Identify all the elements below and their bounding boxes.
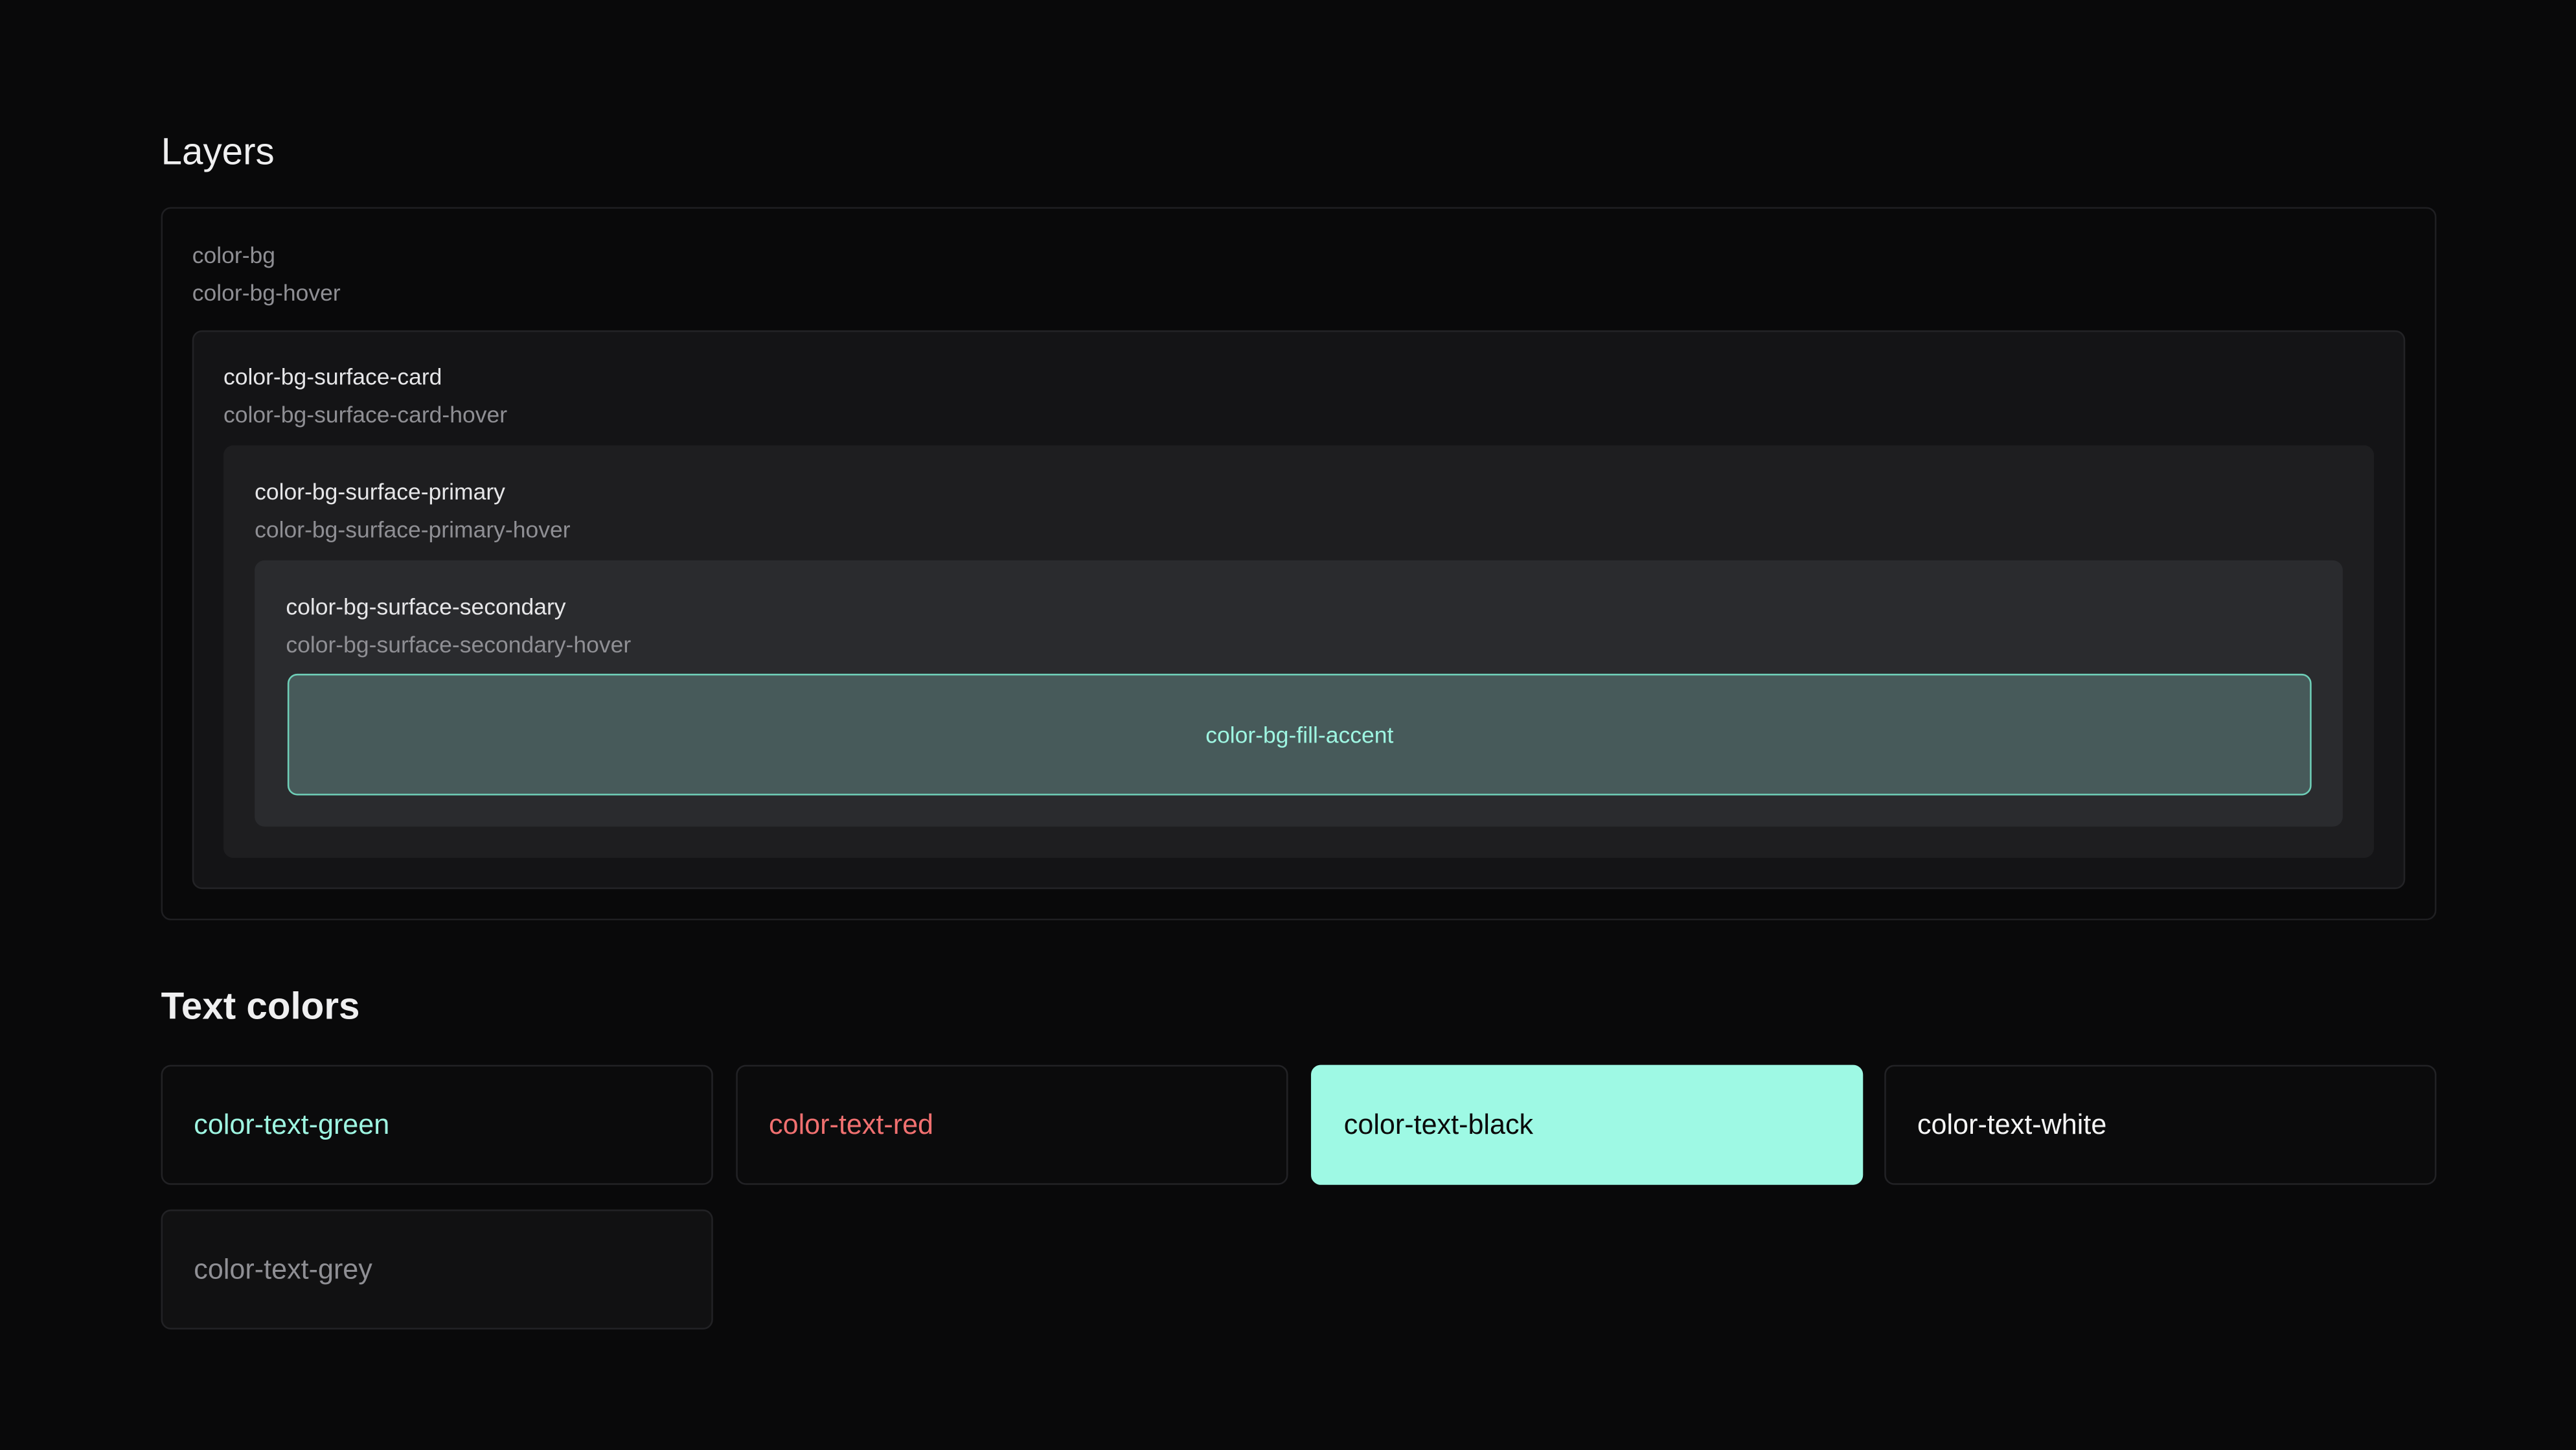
text-color-black-label: color-text-black bbox=[1343, 1108, 1534, 1140]
text-color-red-label: color-text-red bbox=[769, 1108, 934, 1140]
layer-surface-card-label: color-bg-surface-card bbox=[223, 363, 442, 390]
text-color-tile-black: color-text-black bbox=[1311, 1064, 1864, 1185]
layer-surface-secondary-label: color-bg-surface-secondary bbox=[286, 593, 566, 620]
text-color-tile-red: color-text-red bbox=[736, 1064, 1288, 1185]
text-color-green-label: color-text-green bbox=[194, 1108, 390, 1140]
text-color-tile-green: color-text-green bbox=[161, 1064, 713, 1185]
layer-bg-hover-label: color-bg-hover bbox=[192, 279, 341, 306]
design-tokens-page: Layers color-bg color-bg-hover color-bg-… bbox=[0, 0, 2576, 1449]
layer-surface-card-hover-label: color-bg-surface-card-hover bbox=[223, 400, 508, 428]
text-color-tile-grey: color-text-grey bbox=[161, 1209, 713, 1329]
layer-fill-accent-label: color-bg-fill-accent bbox=[1205, 721, 1394, 748]
text-color-grey-label: color-text-grey bbox=[194, 1253, 372, 1285]
layer-surface-primary-hover-label: color-bg-surface-primary-hover bbox=[255, 516, 571, 543]
layer-surface-secondary-hover-label: color-bg-surface-secondary-hover bbox=[286, 630, 632, 658]
layer-surface-primary-label: color-bg-surface-primary bbox=[255, 478, 505, 505]
layer-fill-accent: color-bg-fill-accent bbox=[287, 673, 2312, 796]
layer-bg-label: color-bg bbox=[192, 241, 276, 268]
text-colors-heading: Text colors bbox=[161, 984, 360, 1028]
text-color-tile-white: color-text-white bbox=[1884, 1064, 2437, 1185]
layers-heading: Layers bbox=[161, 130, 275, 173]
text-color-white-label: color-text-white bbox=[1917, 1108, 2107, 1140]
